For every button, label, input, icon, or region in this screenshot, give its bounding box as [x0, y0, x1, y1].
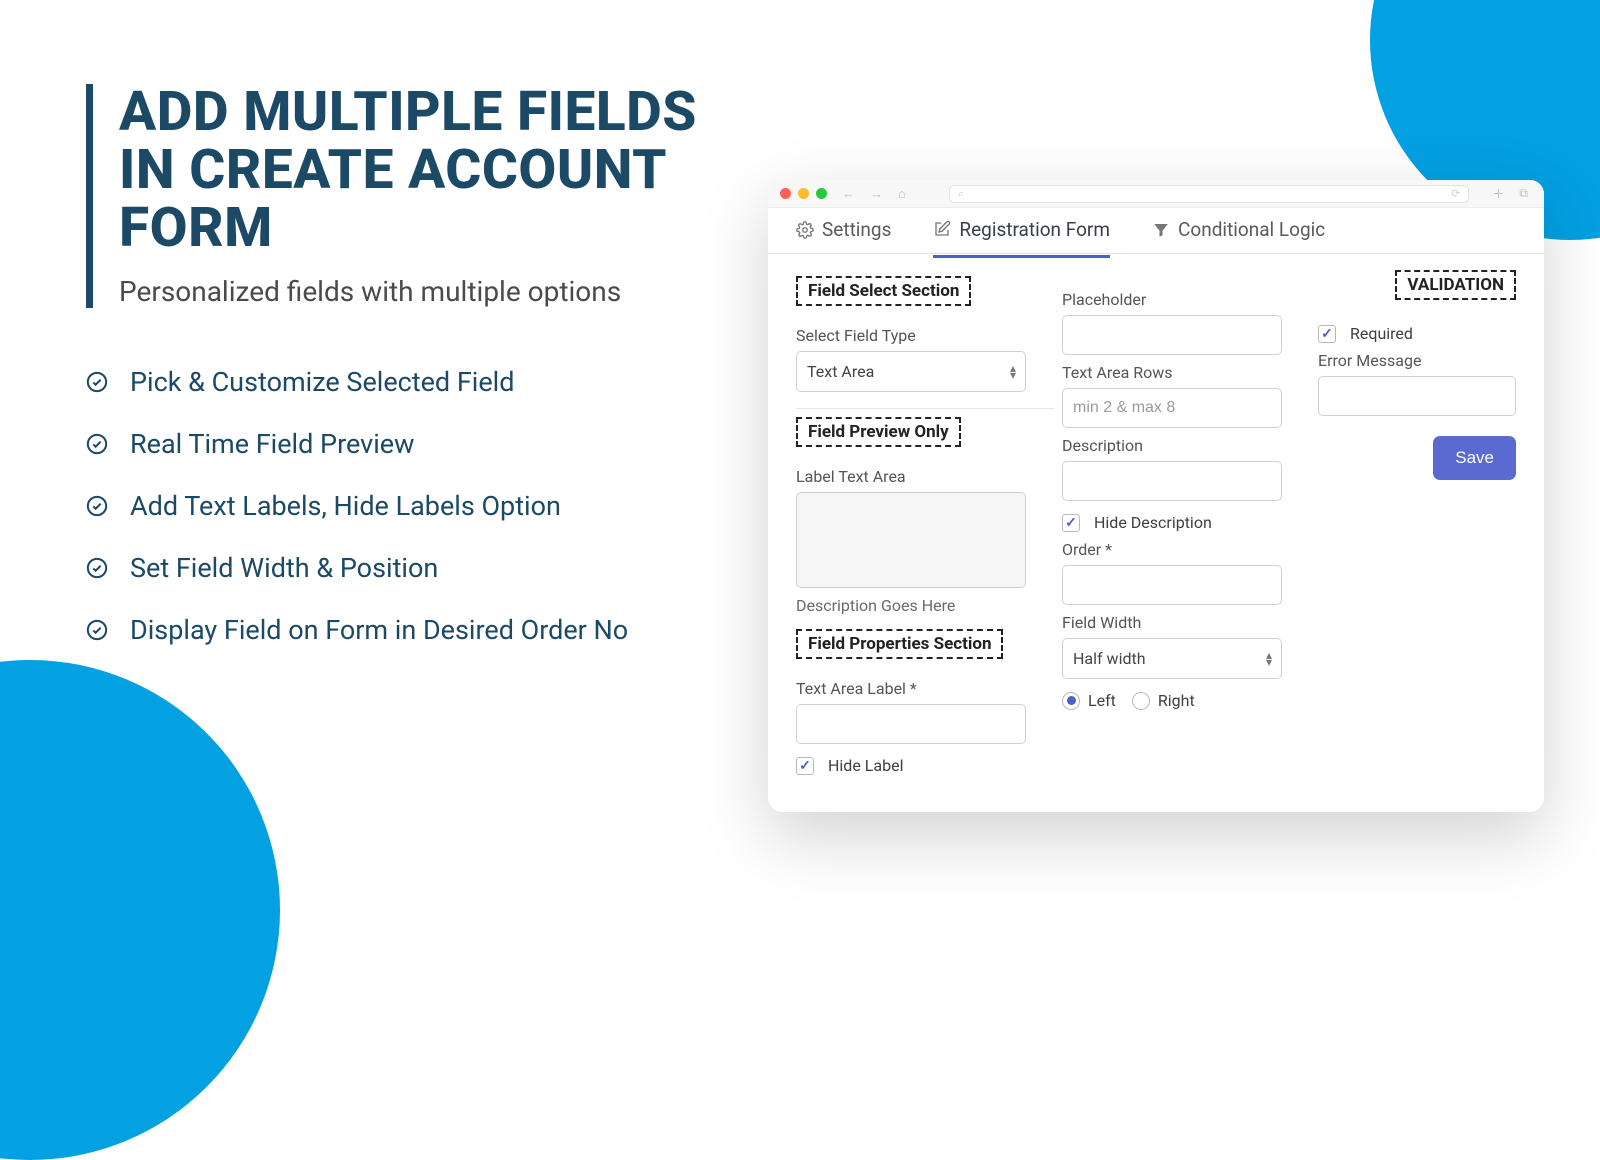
- feature-item: Pick & Customize Selected Field: [86, 366, 746, 398]
- select-field-type[interactable]: Text Area: [796, 351, 1026, 392]
- hero-left-column: ADD MULTIPLE FIELDS IN CREATE ACCOUNT FO…: [86, 84, 746, 676]
- nav-back-icon[interactable]: ←: [842, 186, 855, 202]
- error-message-input[interactable]: [1318, 376, 1516, 416]
- tab-registration-form[interactable]: Registration Form: [933, 218, 1110, 258]
- divider: [796, 408, 1054, 409]
- nav-home-icon[interactable]: ⌂: [898, 186, 906, 202]
- tab-settings[interactable]: Settings: [796, 218, 891, 255]
- traffic-light-close-icon[interactable]: [780, 188, 791, 199]
- gear-icon: [796, 221, 814, 239]
- new-tab-icon[interactable]: ＋: [1488, 185, 1508, 202]
- feature-text: Set Field Width & Position: [130, 552, 438, 584]
- nav-forward-icon[interactable]: →: [870, 186, 883, 202]
- address-bar[interactable]: ⌕ ⟳: [949, 185, 1470, 203]
- check-circle-icon: [86, 495, 108, 517]
- label-text-area-label: Label Text Area: [796, 467, 1026, 486]
- filter-icon: [1152, 221, 1170, 239]
- section-validation: VALIDATION: [1395, 270, 1516, 300]
- save-button[interactable]: Save: [1433, 436, 1516, 480]
- traffic-light-maximize-icon[interactable]: [816, 188, 827, 199]
- feature-text: Display Field on Form in Desired Order N…: [130, 614, 628, 646]
- refresh-icon[interactable]: ⟳: [1451, 187, 1460, 200]
- section-field-preview: Field Preview Only: [796, 417, 961, 447]
- column-middle: Placeholder Text Area Rows Description ✓…: [1062, 268, 1282, 794]
- page-subtitle: Personalized fields with multiple option…: [119, 275, 746, 308]
- preview-description-hint: Description Goes Here: [796, 596, 1026, 615]
- feature-item: Set Field Width & Position: [86, 552, 746, 584]
- section-field-select: Field Select Section: [796, 276, 971, 306]
- order-label: Order *: [1062, 540, 1282, 559]
- column-left: Field Select Section Select Field Type T…: [796, 268, 1026, 794]
- feature-text: Add Text Labels, Hide Labels Option: [130, 490, 561, 522]
- text-area-rows-input[interactable]: [1062, 388, 1282, 428]
- position-left-label: Left: [1088, 691, 1116, 710]
- panel-body: Field Select Section Select Field Type T…: [768, 254, 1544, 812]
- browser-chrome: ← → ⌂ ⌕ ⟳ ＋ ⧉: [768, 180, 1544, 208]
- column-right: VALIDATION ✓ Required Error Message Save: [1318, 268, 1516, 794]
- position-left-radio[interactable]: [1062, 692, 1080, 710]
- title-block: ADD MULTIPLE FIELDS IN CREATE ACCOUNT FO…: [86, 84, 746, 308]
- description-label: Description: [1062, 436, 1282, 455]
- tabs-bar: Settings Registration Form Conditional L…: [768, 208, 1544, 254]
- field-width-label: Field Width: [1062, 613, 1282, 632]
- hide-description-checkbox[interactable]: ✓: [1062, 514, 1080, 532]
- order-input[interactable]: [1062, 565, 1282, 605]
- feature-item: Add Text Labels, Hide Labels Option: [86, 490, 746, 522]
- chevron-updown-icon: ▴▾: [1266, 651, 1272, 665]
- copy-icon[interactable]: ⧉: [1515, 186, 1532, 201]
- traffic-light-minimize-icon[interactable]: [798, 188, 809, 199]
- tab-label: Conditional Logic: [1178, 218, 1325, 241]
- hide-label-text: Hide Label: [828, 756, 903, 775]
- placeholder-input[interactable]: [1062, 315, 1282, 355]
- feature-list: Pick & Customize Selected Field Real Tim…: [86, 366, 746, 646]
- check-circle-icon: [86, 433, 108, 455]
- edit-icon: [933, 220, 951, 238]
- browser-mockup: ← → ⌂ ⌕ ⟳ ＋ ⧉ Settings Registration Form…: [768, 180, 1544, 812]
- tab-conditional-logic[interactable]: Conditional Logic: [1152, 218, 1325, 255]
- hide-label-checkbox[interactable]: ✓: [796, 757, 814, 775]
- search-icon: ⌕: [958, 187, 964, 201]
- select-field-type-label: Select Field Type: [796, 326, 1026, 345]
- tab-label: Settings: [822, 218, 891, 241]
- check-circle-icon: [86, 557, 108, 579]
- preview-textarea[interactable]: [796, 492, 1026, 588]
- section-field-properties: Field Properties Section: [796, 629, 1003, 659]
- required-text: Required: [1350, 324, 1413, 343]
- decorative-blob-bottom-left: [0, 660, 280, 1160]
- text-area-label-lbl: Text Area Label *: [796, 679, 1026, 698]
- hide-description-text: Hide Description: [1094, 513, 1212, 532]
- feature-item: Real Time Field Preview: [86, 428, 746, 460]
- text-area-label-input[interactable]: [796, 704, 1026, 744]
- position-right-label: Right: [1158, 691, 1195, 710]
- placeholder-label: Placeholder: [1062, 290, 1282, 309]
- chevron-updown-icon: ▴▾: [1010, 364, 1016, 378]
- position-radio-group: Left Right: [1062, 691, 1282, 710]
- description-input[interactable]: [1062, 461, 1282, 501]
- check-circle-icon: [86, 371, 108, 393]
- feature-text: Pick & Customize Selected Field: [130, 366, 514, 398]
- required-checkbox[interactable]: ✓: [1318, 325, 1336, 343]
- check-circle-icon: [86, 619, 108, 641]
- position-right-radio[interactable]: [1132, 692, 1150, 710]
- field-width-select[interactable]: Half width: [1062, 638, 1282, 679]
- page-title: ADD MULTIPLE FIELDS IN CREATE ACCOUNT FO…: [119, 84, 746, 257]
- tab-label: Registration Form: [959, 218, 1110, 241]
- feature-item: Display Field on Form in Desired Order N…: [86, 614, 746, 646]
- feature-text: Real Time Field Preview: [130, 428, 414, 460]
- error-message-label: Error Message: [1318, 351, 1516, 370]
- text-area-rows-label: Text Area Rows: [1062, 363, 1282, 382]
